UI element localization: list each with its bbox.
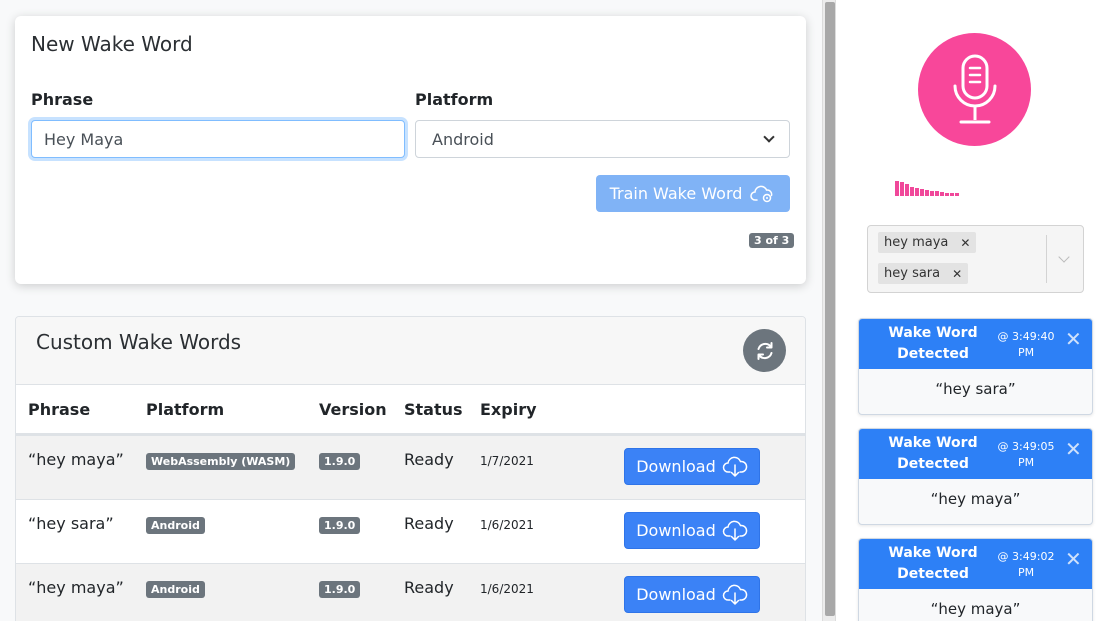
download-button-label: Download bbox=[636, 521, 716, 540]
level-bar bbox=[930, 191, 934, 196]
platform-select-value: Android bbox=[432, 129, 494, 149]
wake-word-tag-label: hey sara bbox=[884, 266, 941, 281]
column-header-status: Status bbox=[404, 400, 463, 419]
toast-header: Wake Word Detected @ 3:49:40 PM ✕ bbox=[859, 319, 1092, 369]
cloud-download-icon bbox=[722, 584, 748, 605]
version-badge: 1.9.0 bbox=[319, 581, 361, 598]
platform-label: Platform bbox=[415, 90, 494, 109]
custom-wake-words-header: Custom Wake Words bbox=[16, 317, 805, 385]
table-row: “hey sara” Android 1.9.0 Ready 1/6/2021 … bbox=[16, 499, 805, 563]
level-bar bbox=[955, 193, 959, 196]
download-button-label: Download bbox=[636, 585, 716, 604]
column-header-phrase: Phrase bbox=[28, 400, 91, 419]
detection-toast: Wake Word Detected @ 3:49:40 PM ✕ “hey s… bbox=[858, 318, 1093, 415]
chevron-down-icon[interactable] bbox=[1058, 251, 1070, 263]
column-header-version: Version bbox=[319, 400, 387, 419]
row-phrase: “hey sara” bbox=[28, 514, 114, 533]
phrase-label: Phrase bbox=[31, 90, 94, 109]
cloud-download-icon bbox=[722, 520, 748, 541]
close-icon[interactable]: ✕ bbox=[1065, 329, 1082, 349]
toast-title: Wake Word Detected bbox=[888, 325, 978, 362]
download-button-label: Download bbox=[636, 457, 716, 476]
wake-word-multiselect[interactable]: hey maya ✕ hey sara ✕ bbox=[867, 225, 1084, 293]
row-expiry: 1/6/2021 bbox=[480, 518, 534, 532]
platform-badge: WebAssembly (WASM) bbox=[146, 453, 296, 470]
custom-wake-words-card: Custom Wake Words Phrase Platform Versio… bbox=[15, 316, 806, 621]
level-bar bbox=[925, 190, 929, 196]
chevron-down-icon bbox=[763, 131, 775, 143]
download-button[interactable]: Download bbox=[624, 576, 760, 613]
platform-badge: Android bbox=[146, 517, 205, 534]
remove-tag-icon[interactable]: ✕ bbox=[952, 267, 962, 281]
level-bar bbox=[915, 188, 919, 196]
close-icon[interactable]: ✕ bbox=[1065, 549, 1082, 569]
custom-wake-words-title: Custom Wake Words bbox=[36, 330, 242, 354]
level-bar bbox=[900, 182, 904, 196]
row-status: Ready bbox=[404, 450, 454, 469]
level-bar bbox=[945, 193, 949, 196]
toast-time: @ 3:49:02 PM bbox=[997, 550, 1055, 579]
platform-select[interactable]: Android bbox=[415, 120, 790, 158]
table-row: “hey maya” Android 1.9.0 Ready 1/6/2021 … bbox=[16, 563, 805, 621]
row-expiry: 1/7/2021 bbox=[480, 454, 534, 468]
toast-detected-word: “hey maya” bbox=[930, 490, 1021, 508]
toast-detected-word: “hey maya” bbox=[930, 600, 1021, 618]
level-bar bbox=[940, 192, 944, 196]
row-status: Ready bbox=[404, 514, 454, 533]
microphone-button[interactable] bbox=[918, 33, 1031, 146]
new-wake-word-title: New Wake Word bbox=[31, 32, 193, 56]
version-badge: 1.9.0 bbox=[319, 517, 361, 534]
toast-time: @ 3:49:40 PM bbox=[997, 330, 1055, 359]
column-header-expiry: Expiry bbox=[480, 400, 537, 419]
wake-word-tag: hey sara ✕ bbox=[878, 263, 969, 284]
wake-word-tag: hey maya ✕ bbox=[878, 232, 977, 253]
detection-toast: Wake Word Detected @ 3:49:02 PM ✕ “hey m… bbox=[858, 538, 1093, 621]
toast-detected-word: “hey sara” bbox=[935, 380, 1016, 398]
level-bar bbox=[920, 189, 924, 196]
toast-header: Wake Word Detected @ 3:49:05 PM ✕ bbox=[859, 429, 1092, 479]
row-expiry: 1/6/2021 bbox=[480, 582, 534, 596]
microphone-icon bbox=[953, 54, 996, 123]
level-bar bbox=[935, 191, 939, 196]
download-button[interactable]: Download bbox=[624, 448, 760, 485]
level-bar bbox=[950, 193, 954, 196]
cloud-download-icon bbox=[722, 456, 748, 477]
wake-word-tag-label: hey maya bbox=[884, 235, 949, 250]
toast-time: @ 3:49:05 PM bbox=[997, 440, 1055, 469]
new-wake-word-card: New Wake Word Phrase Platform Android Tr… bbox=[15, 16, 806, 284]
row-phrase: “hey maya” bbox=[28, 578, 124, 597]
wake-word-count-badge: 3 of 3 bbox=[749, 233, 795, 248]
divider bbox=[1046, 235, 1047, 283]
main-scrollbar[interactable] bbox=[822, 0, 836, 621]
close-icon[interactable]: ✕ bbox=[1065, 439, 1082, 459]
level-bar bbox=[905, 184, 909, 196]
row-phrase: “hey maya” bbox=[28, 450, 124, 469]
refresh-icon bbox=[757, 341, 772, 360]
toast-header: Wake Word Detected @ 3:49:02 PM ✕ bbox=[859, 539, 1092, 589]
version-badge: 1.9.0 bbox=[319, 453, 361, 470]
toast-title: Wake Word Detected bbox=[888, 545, 978, 582]
phrase-input[interactable] bbox=[31, 120, 405, 158]
download-button[interactable]: Download bbox=[624, 512, 760, 549]
main-pane: New Wake Word Phrase Platform Android Tr… bbox=[0, 0, 822, 621]
refresh-button[interactable] bbox=[743, 329, 786, 372]
cloud-settings-icon bbox=[750, 185, 773, 202]
column-header-platform: Platform bbox=[146, 400, 225, 419]
train-wake-word-button[interactable]: Train Wake Word bbox=[596, 175, 790, 212]
detection-toast: Wake Word Detected @ 3:49:05 PM ✕ “hey m… bbox=[858, 428, 1093, 525]
train-button-label: Train Wake Word bbox=[609, 184, 743, 203]
toast-title: Wake Word Detected bbox=[888, 435, 978, 472]
table-header: Phrase Platform Version Status Expiry bbox=[16, 385, 805, 435]
row-status: Ready bbox=[404, 578, 454, 597]
level-bar bbox=[895, 181, 899, 196]
table-row: “hey maya” WebAssembly (WASM) 1.9.0 Read… bbox=[16, 435, 805, 499]
audio-level-meter bbox=[895, 180, 959, 196]
level-bar bbox=[910, 187, 914, 196]
scrollbar-thumb[interactable] bbox=[825, 2, 835, 616]
remove-tag-icon[interactable]: ✕ bbox=[960, 236, 970, 250]
platform-badge: Android bbox=[146, 581, 205, 598]
